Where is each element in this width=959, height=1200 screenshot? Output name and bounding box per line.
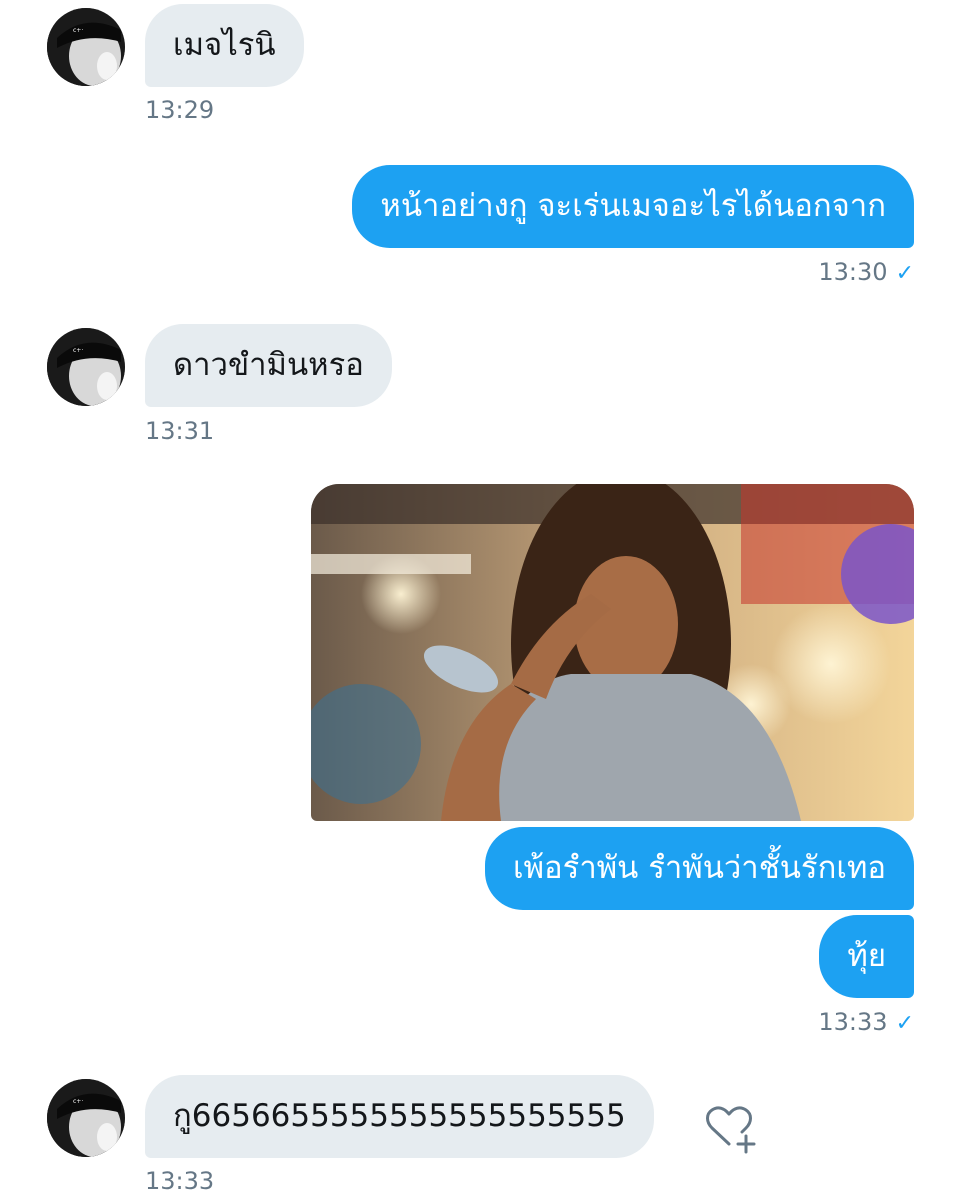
- message-timestamp: 13:33: [818, 1008, 888, 1036]
- message-photo[interactable]: [311, 484, 914, 821]
- message-bubble-outgoing[interactable]: หน้าอย่างกู จะเร่นเมจอะไรได้นอกจาก: [352, 165, 914, 248]
- message-status-row: 13:33 ✓: [818, 1008, 914, 1036]
- photo-image: [311, 484, 914, 821]
- svg-text:c+·: c+·: [73, 1098, 83, 1105]
- contact-avatar[interactable]: c+·: [47, 328, 125, 406]
- message-timestamp: 13:30: [818, 258, 888, 286]
- message-bubble-incoming[interactable]: กู6656655555555555555555: [145, 1075, 654, 1158]
- message-bubble-incoming[interactable]: เมจไรนิ: [145, 4, 304, 87]
- contact-avatar[interactable]: c+·: [47, 1079, 125, 1157]
- avatar-image: c+·: [47, 328, 125, 406]
- avatar-image: c+·: [47, 1079, 125, 1157]
- message-status-row: 13:30 ✓: [818, 258, 914, 286]
- message-bubble-outgoing[interactable]: ทุ้ย: [819, 915, 914, 998]
- svg-text:c+·: c+·: [73, 347, 83, 354]
- avatar-image: c+·: [47, 8, 125, 86]
- check-icon: ✓: [895, 1011, 914, 1036]
- contact-avatar[interactable]: c+·: [47, 8, 125, 86]
- message-timestamp: 13:33: [145, 1167, 215, 1195]
- check-icon: ✓: [895, 261, 914, 286]
- heart-add-icon[interactable]: [702, 1100, 758, 1156]
- svg-text:c+·: c+·: [73, 27, 83, 34]
- message-timestamp: 13:31: [145, 417, 215, 445]
- message-timestamp: 13:29: [145, 96, 215, 124]
- message-bubble-incoming[interactable]: ดาวขำมินหรอ: [145, 324, 392, 407]
- message-bubble-outgoing[interactable]: เพ้อรำพัน รำพันว่าชั้นรักเทอ: [485, 827, 914, 910]
